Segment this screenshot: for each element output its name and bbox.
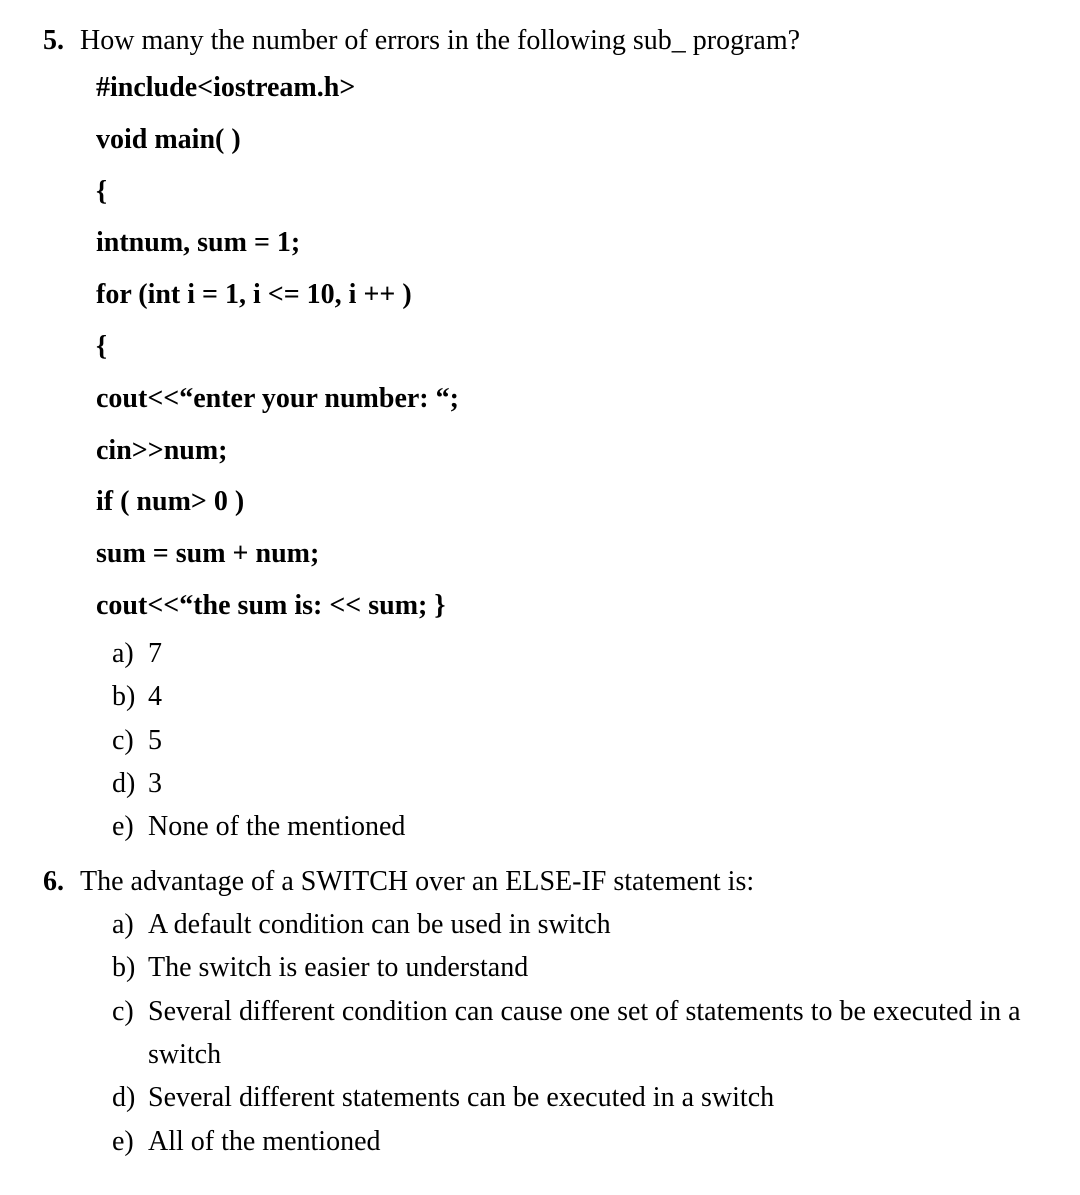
option-c: c) 5 bbox=[112, 719, 1050, 762]
code-line: { bbox=[96, 321, 1050, 373]
option-letter: e) bbox=[112, 805, 148, 848]
option-b: b) 4 bbox=[112, 675, 1050, 718]
option-letter: b) bbox=[112, 675, 148, 718]
code-line: { bbox=[96, 166, 1050, 218]
option-text: The switch is easier to understand bbox=[148, 946, 1050, 989]
option-letter: b) bbox=[112, 946, 148, 989]
option-b: b) The switch is easier to understand bbox=[112, 946, 1050, 989]
question-6-number: 6. bbox=[30, 861, 80, 903]
option-e: e) All of the mentioned bbox=[112, 1120, 1050, 1163]
code-line: if ( num> 0 ) bbox=[96, 476, 1050, 528]
option-letter: d) bbox=[112, 1076, 148, 1119]
code-line: cin>>num; bbox=[96, 425, 1050, 477]
question-6-options: a) A default condition can be used in sw… bbox=[112, 903, 1050, 1163]
option-text: 3 bbox=[148, 762, 1050, 805]
option-letter: a) bbox=[112, 903, 148, 946]
option-e: e) None of the mentioned bbox=[112, 805, 1050, 848]
question-5-prompt: How many the number of errors in the fol… bbox=[80, 20, 1050, 62]
option-text: Several different statements can be exec… bbox=[148, 1076, 1050, 1119]
option-d: d) 3 bbox=[112, 762, 1050, 805]
question-5-code: #include<iostream.h> void main( ) { intn… bbox=[96, 62, 1050, 632]
code-line: intnum, sum = 1; bbox=[96, 217, 1050, 269]
code-line: #include<iostream.h> bbox=[96, 62, 1050, 114]
option-a: a) 7 bbox=[112, 632, 1050, 675]
question-5-header: 5. How many the number of errors in the … bbox=[30, 20, 1050, 62]
question-5-number: 5. bbox=[30, 20, 80, 62]
question-6-prompt: The advantage of a SWITCH over an ELSE-I… bbox=[80, 861, 1050, 903]
question-5: 5. How many the number of errors in the … bbox=[30, 20, 1050, 849]
option-c: c) Several different condition can cause… bbox=[112, 990, 1050, 1077]
option-letter: c) bbox=[112, 990, 148, 1033]
option-d: d) Several different statements can be e… bbox=[112, 1076, 1050, 1119]
option-text: 7 bbox=[148, 632, 1050, 675]
option-letter: d) bbox=[112, 762, 148, 805]
question-6: 6. The advantage of a SWITCH over an ELS… bbox=[30, 861, 1050, 1163]
code-line: sum = sum + num; bbox=[96, 528, 1050, 580]
option-text: 4 bbox=[148, 675, 1050, 718]
option-text: 5 bbox=[148, 719, 1050, 762]
option-letter: c) bbox=[112, 719, 148, 762]
option-letter: e) bbox=[112, 1120, 148, 1163]
question-5-options: a) 7 b) 4 c) 5 d) 3 e) None of the menti… bbox=[112, 632, 1050, 849]
option-a: a) A default condition can be used in sw… bbox=[112, 903, 1050, 946]
question-6-header: 6. The advantage of a SWITCH over an ELS… bbox=[30, 861, 1050, 903]
option-text: All of the mentioned bbox=[148, 1120, 1050, 1163]
option-letter: a) bbox=[112, 632, 148, 675]
code-line: cout<<“the sum is: << sum; } bbox=[96, 580, 1050, 632]
code-line: cout<<“enter your number: “; bbox=[96, 373, 1050, 425]
code-line: void main( ) bbox=[96, 114, 1050, 166]
option-text: Several different condition can cause on… bbox=[148, 990, 1050, 1077]
code-line: for (int i = 1, i <= 10, i ++ ) bbox=[96, 269, 1050, 321]
option-text: A default condition can be used in switc… bbox=[148, 903, 1050, 946]
option-text: None of the mentioned bbox=[148, 805, 1050, 848]
